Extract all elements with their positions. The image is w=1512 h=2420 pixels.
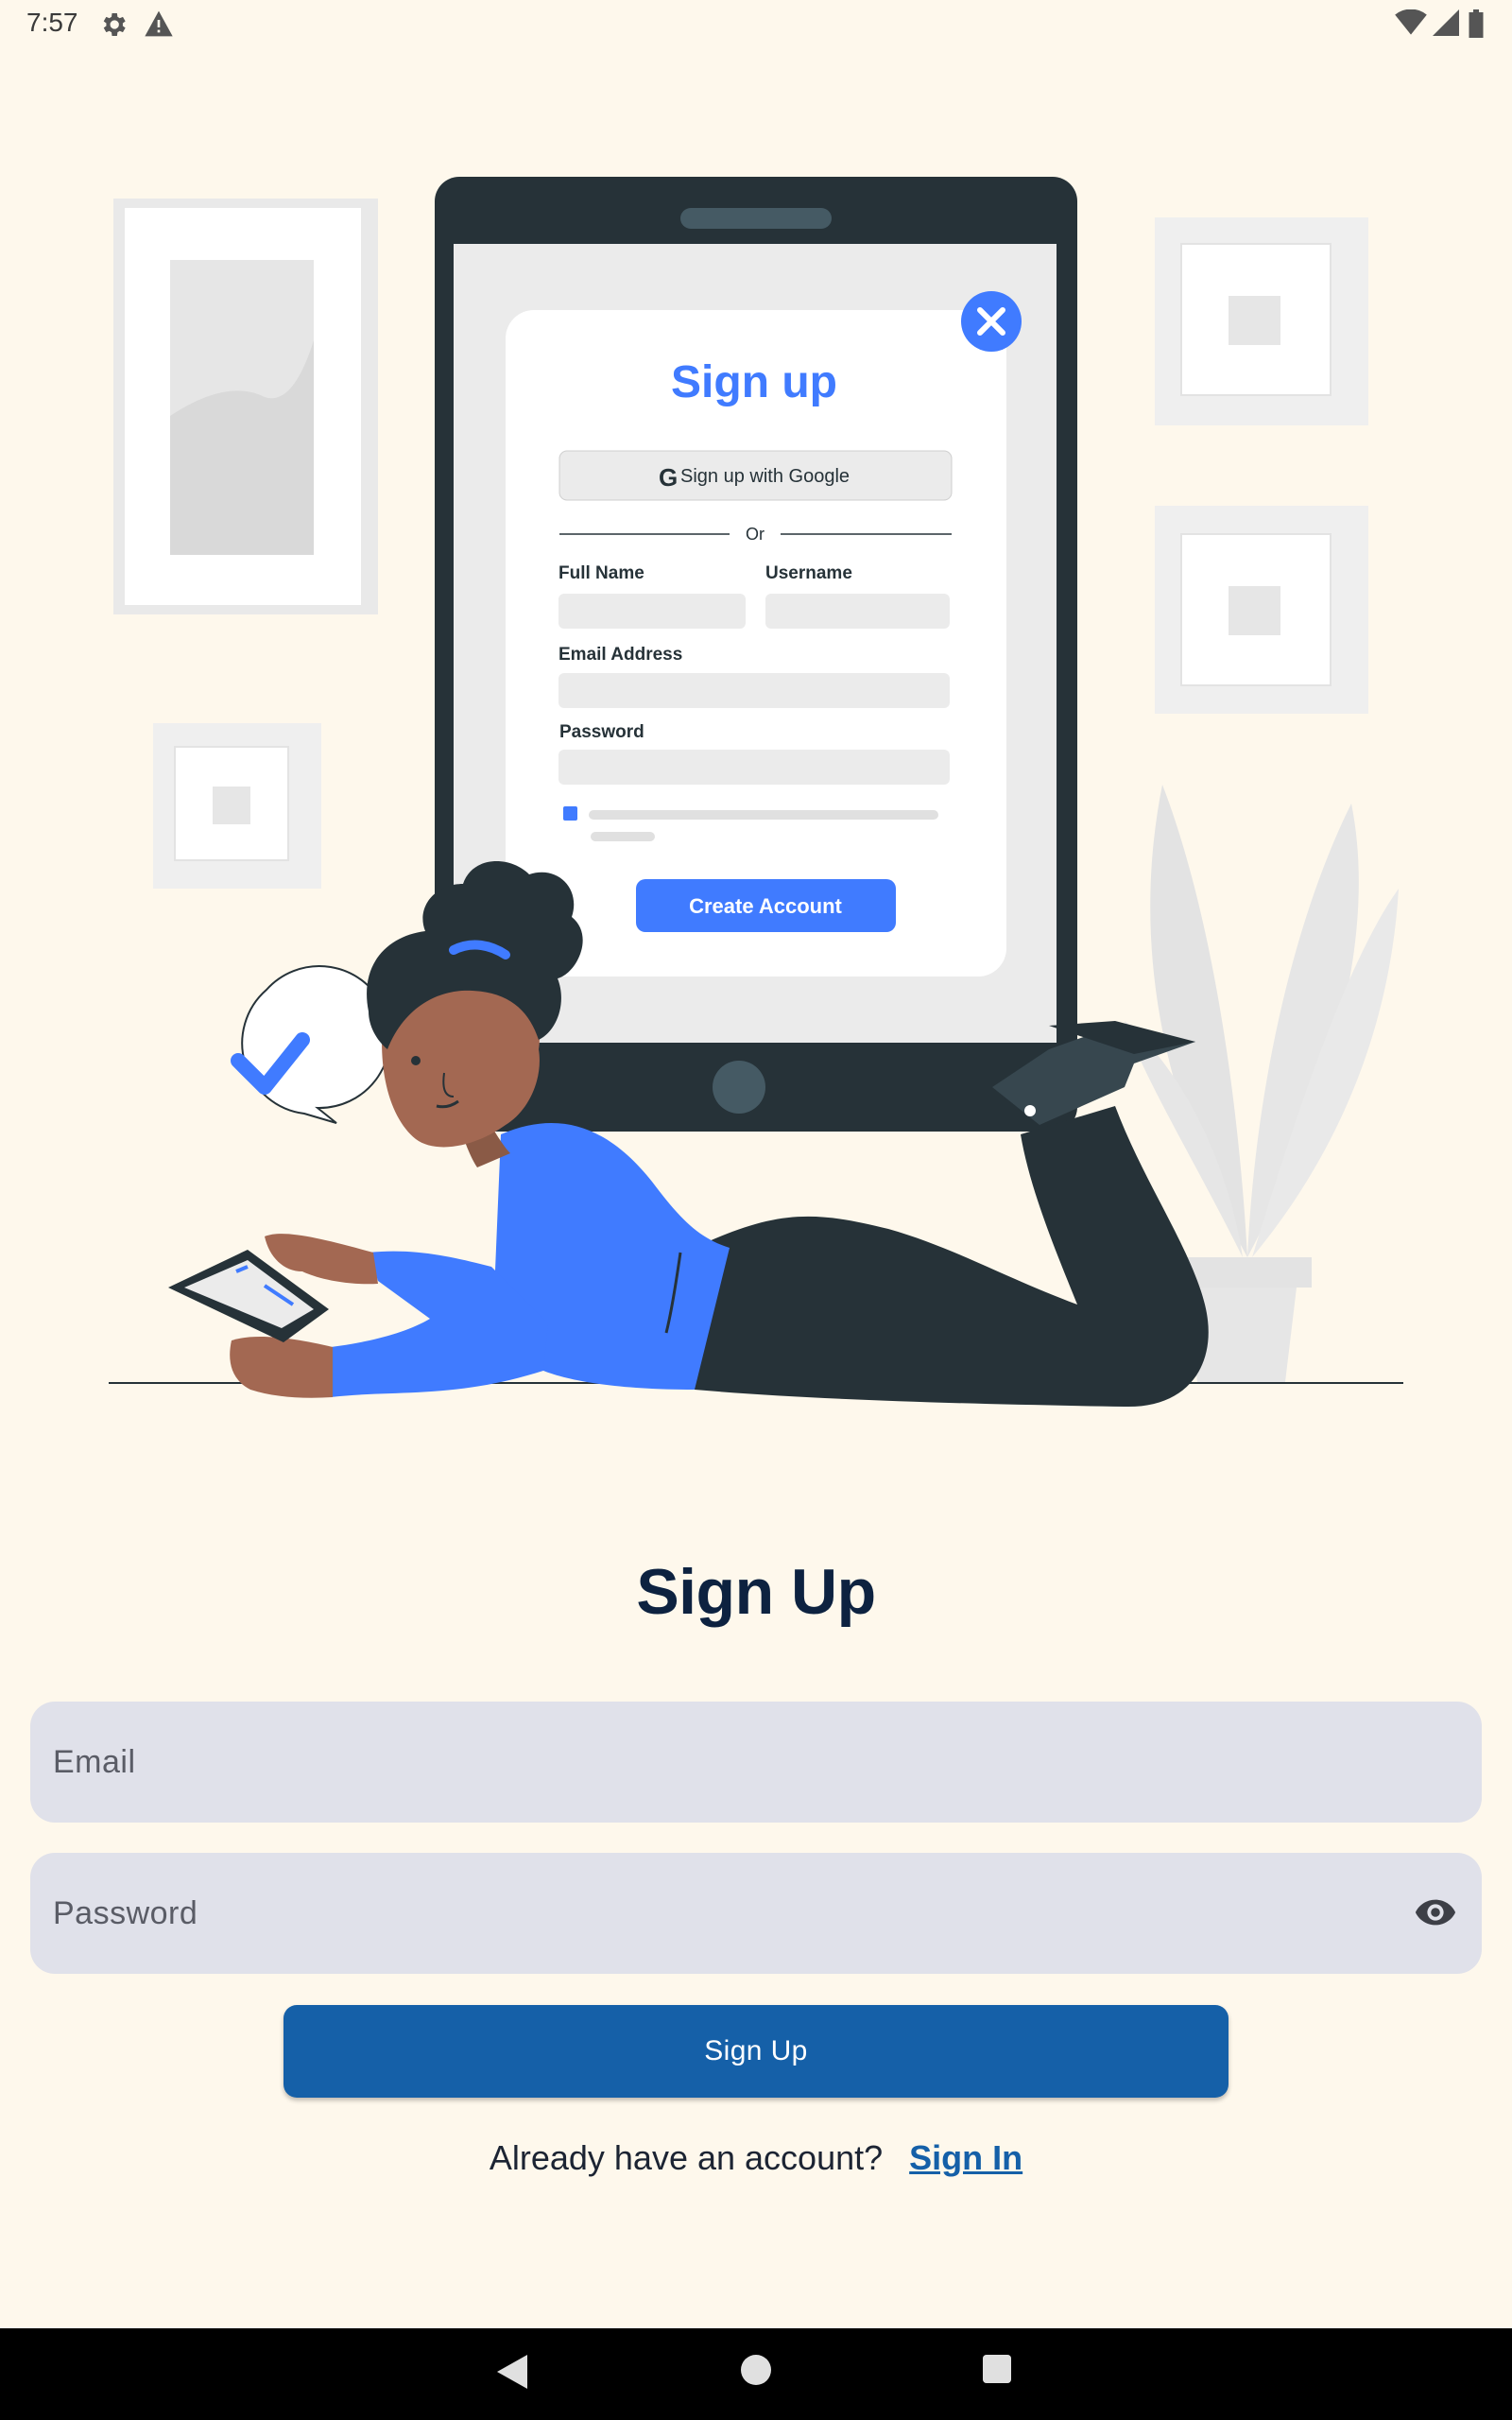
email-placeholder: Email <box>53 1743 136 1780</box>
picture-frame-left <box>113 199 378 614</box>
status-time: 7:57 <box>26 8 78 37</box>
picture-frame-right-bottom <box>1155 506 1368 714</box>
sign-in-link[interactable]: Sign In <box>909 2138 1022 2177</box>
illustration-username-label: Username <box>765 563 852 583</box>
status-bar: 7:57 <box>0 0 1512 47</box>
sign-in-prompt: Already have an account? <box>489 2138 884 2177</box>
illustration-google-button: Sign up with Google <box>680 466 850 487</box>
illustration-title: Sign up <box>671 357 837 407</box>
signup-illustration: Sign up G Sign up with Google Or Full Na… <box>109 177 1403 1408</box>
illustration-fullname-label: Full Name <box>558 563 644 583</box>
picture-frame-right-top <box>1155 217 1368 425</box>
illustration-email-label: Email Address <box>558 645 682 665</box>
battery-icon <box>1469 9 1484 43</box>
recents-icon[interactable] <box>983 2355 1011 2388</box>
gear-icon <box>98 9 129 44</box>
warning-icon <box>144 9 174 43</box>
home-icon[interactable] <box>741 2355 771 2390</box>
illustration-password-label: Password <box>559 722 644 742</box>
password-field[interactable]: Password <box>30 1853 1482 1974</box>
page-title: Sign Up <box>636 1556 876 1628</box>
sign-up-button[interactable]: Sign Up <box>284 2005 1228 2098</box>
illustrated-signup-card: Sign up G Sign up with Google Or Full Na… <box>506 291 1022 977</box>
wifi-icon <box>1395 9 1427 41</box>
signal-icon <box>1433 9 1459 41</box>
sign-in-prompt-row: Already have an account? Sign In <box>0 2138 1512 2178</box>
eye-icon[interactable] <box>1414 1891 1457 1939</box>
illustration-divider: Or <box>746 525 765 544</box>
illustration-create-button: Create Account <box>689 894 842 918</box>
back-icon[interactable] <box>497 2355 527 2394</box>
email-field[interactable]: Email <box>30 1702 1482 1823</box>
navigation-bar <box>0 2328 1512 2420</box>
picture-frame-small-left <box>153 723 321 889</box>
google-g-icon: G <box>659 463 678 492</box>
password-placeholder: Password <box>53 1894 198 1931</box>
